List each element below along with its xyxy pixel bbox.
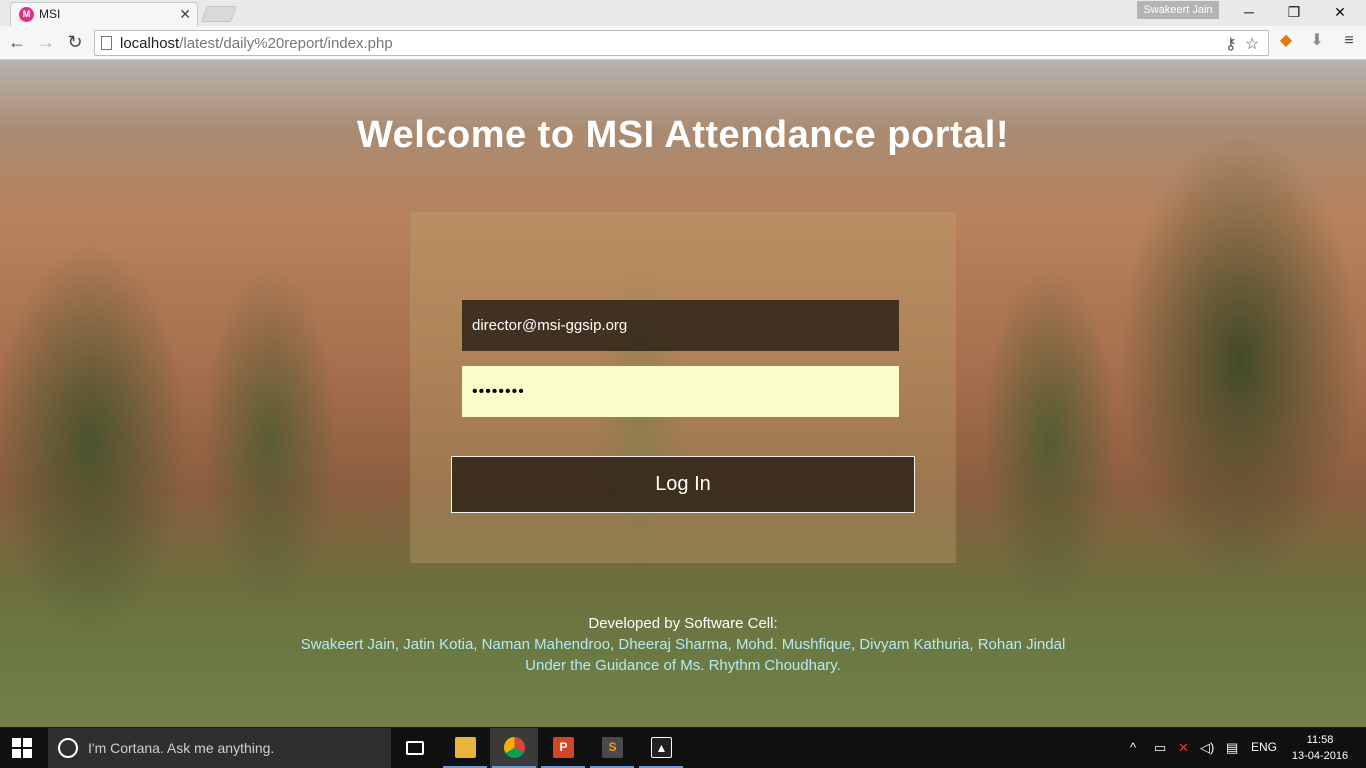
restore-icon[interactable]: ❐ bbox=[1274, 2, 1314, 22]
system-clock[interactable]: 11:58 13-04-2016 bbox=[1290, 732, 1350, 764]
volume-icon[interactable]: ◁) bbox=[1200, 740, 1214, 756]
login-card: Log In bbox=[410, 212, 956, 563]
browser-tab-bar: M MSI ✕ Swakeert Jain ─ ❐ ✕ bbox=[0, 0, 1366, 26]
download-arrow-icon[interactable]: ⬇ bbox=[1307, 31, 1327, 51]
close-window-icon[interactable]: ✕ bbox=[1320, 2, 1360, 22]
windows-taskbar: I'm Cortana. Ask me anything. P S ▲ ^ ▭ … bbox=[0, 728, 1366, 768]
cortana-placeholder: I'm Cortana. Ask me anything. bbox=[88, 740, 275, 756]
url-text[interactable]: localhost/latest/daily%20report/index.ph… bbox=[120, 35, 393, 52]
new-tab-button[interactable] bbox=[201, 6, 237, 22]
show-hidden-icons-icon[interactable]: ^ bbox=[1130, 740, 1136, 755]
photos-icon[interactable]: ▲ bbox=[637, 728, 685, 768]
email-field[interactable] bbox=[462, 300, 899, 351]
back-arrow-icon[interactable]: ← bbox=[5, 30, 29, 54]
battery-icon[interactable]: ▭ bbox=[1154, 740, 1166, 756]
sublime-text-icon[interactable]: S bbox=[588, 728, 636, 768]
page-icon bbox=[101, 36, 112, 50]
browser-toolbar: ← → ↻ localhost/latest/daily%20report/in… bbox=[0, 26, 1366, 60]
task-view-icon[interactable] bbox=[392, 728, 440, 768]
credits: Developed by Software Cell: Swakeert Jai… bbox=[0, 613, 1366, 676]
cortana-icon bbox=[58, 738, 78, 758]
credits-names: Swakeert Jain, Jatin Kotia, Naman Mahend… bbox=[300, 636, 1066, 653]
credits-guidance: Under the Guidance of Ms. Rhythm Choudha… bbox=[525, 657, 841, 674]
site-favicon-icon: M bbox=[19, 7, 34, 22]
file-explorer-icon[interactable] bbox=[441, 728, 489, 768]
log-in-button[interactable]: Log In bbox=[451, 456, 915, 513]
password-field[interactable] bbox=[462, 366, 899, 417]
bookmark-star-icon[interactable]: ☆ bbox=[1245, 34, 1259, 54]
reload-icon[interactable]: ↻ bbox=[63, 30, 87, 54]
credits-heading: Developed by Software Cell: bbox=[588, 615, 778, 632]
address-bar[interactable]: localhost/latest/daily%20report/index.ph… bbox=[94, 30, 1269, 56]
page-background: Welcome to MSI Attendance portal! Log In… bbox=[0, 60, 1366, 727]
browser-tab[interactable]: M MSI ✕ bbox=[10, 2, 198, 26]
menu-hamburger-icon[interactable]: ≡ bbox=[1339, 31, 1359, 51]
windows-start-icon[interactable] bbox=[12, 738, 32, 758]
cortana-search-box[interactable]: I'm Cortana. Ask me anything. bbox=[48, 728, 391, 768]
page-title: Welcome to MSI Attendance portal! bbox=[356, 114, 1010, 156]
tab-close-icon[interactable]: ✕ bbox=[179, 6, 191, 23]
powerpoint-icon[interactable]: P bbox=[539, 728, 587, 768]
clock-time: 11:58 bbox=[1306, 734, 1334, 746]
key-icon[interactable]: ⚷ bbox=[1225, 34, 1237, 54]
profile-user-badge[interactable]: Swakeert Jain bbox=[1137, 1, 1219, 19]
minimize-icon[interactable]: ─ bbox=[1229, 2, 1269, 22]
language-indicator[interactable]: ENG bbox=[1251, 740, 1277, 754]
network-icon[interactable]: ✕ bbox=[1178, 740, 1189, 756]
extension-icon[interactable]: ◆ bbox=[1276, 31, 1296, 51]
tab-title: MSI bbox=[39, 7, 61, 21]
clock-date: 13-04-2016 bbox=[1291, 750, 1349, 762]
chrome-icon[interactable] bbox=[490, 728, 538, 768]
forward-arrow-icon[interactable]: → bbox=[34, 30, 58, 54]
action-center-icon[interactable]: ▤ bbox=[1226, 740, 1238, 756]
